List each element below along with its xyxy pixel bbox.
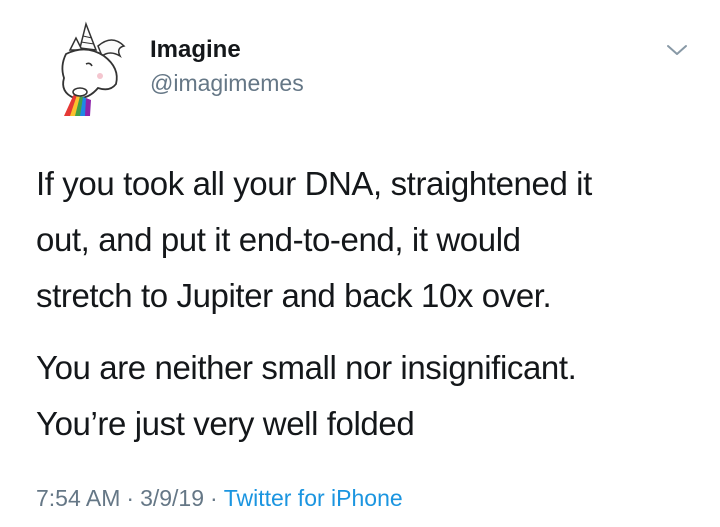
separator: ·	[210, 485, 218, 511]
tweet-time[interactable]: 7:54 AM	[36, 485, 120, 511]
tweet-text-line: You are neither small nor insignificant.	[36, 349, 577, 386]
tweet-date[interactable]: 3/9/19	[140, 485, 204, 511]
user-handle[interactable]: @imagimemes	[150, 68, 304, 98]
tweet-author[interactable]: Imagine @imagimemes	[150, 36, 304, 98]
tweet-text-line: out, and put it end-to-end, it would	[36, 221, 521, 258]
tweet-source-link[interactable]: Twitter for iPhone	[224, 485, 403, 511]
unicorn-avatar-icon[interactable]	[46, 20, 142, 120]
separator: ·	[126, 485, 135, 511]
chevron-down-icon[interactable]	[664, 40, 690, 60]
tweet-card: Imagine @imagimemes If you took all your…	[0, 0, 720, 527]
tweet-text-paragraph-1: If you took all your DNA, straightened i…	[36, 156, 696, 324]
tweet-text-line: stretch to Jupiter and back 10x over.	[36, 277, 552, 314]
tweet-text-paragraph-2: You are neither small nor insignificant.…	[36, 340, 696, 452]
display-name[interactable]: Imagine	[150, 36, 304, 64]
tweet-text-line: If you took all your DNA, straightened i…	[36, 165, 592, 202]
tweet-metadata: 7:54 AM · 3/9/19 · Twitter for iPhone	[36, 484, 403, 512]
tweet-text-line: You’re just very well folded	[36, 405, 415, 442]
